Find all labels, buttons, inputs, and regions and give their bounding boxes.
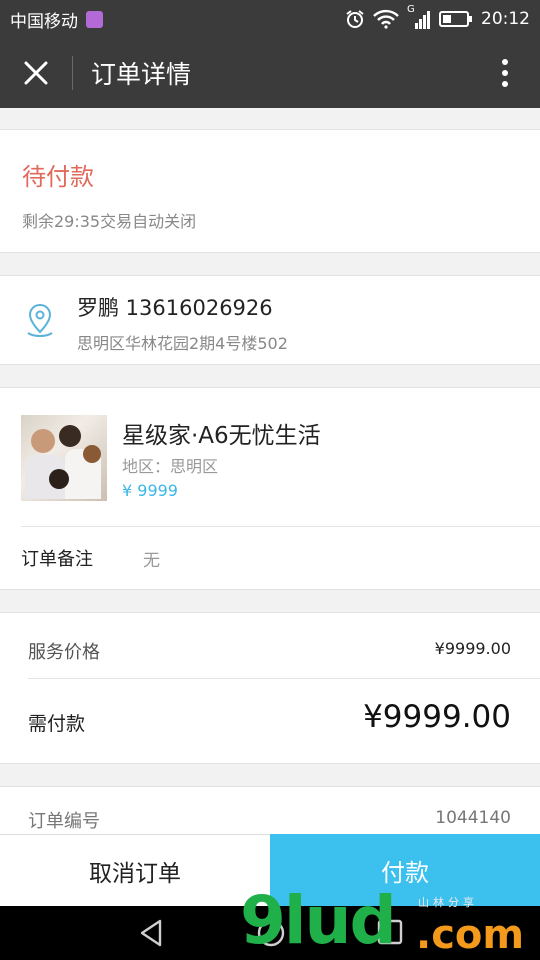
battery-icon	[439, 11, 472, 27]
wifi-icon	[373, 9, 399, 29]
recents-icon[interactable]	[376, 918, 404, 946]
status-bar: 中国移动 G 20:12	[0, 0, 540, 38]
order-number-label: 订单编号	[28, 811, 100, 832]
divider	[21, 526, 540, 527]
product-image[interactable]	[21, 415, 107, 501]
clock: 20:12	[481, 9, 530, 29]
product-price: ¥ 9999	[122, 481, 178, 500]
more-button[interactable]	[470, 38, 540, 108]
address-card[interactable]: 罗鹏 13616026926 思明区华林花园2期4号楼502	[0, 275, 540, 365]
service-price-value: ¥9999.00	[434, 639, 511, 658]
close-icon	[24, 61, 48, 85]
order-state: 待付款	[22, 163, 94, 191]
signal-icon: G	[407, 4, 431, 30]
page-title: 订单详情	[91, 60, 192, 89]
carrier-name: 中国移动	[10, 11, 78, 32]
product-region: 地区：思明区	[122, 457, 219, 476]
product-card: 星级家·A6无忧生活 地区：思明区 ¥ 9999 订单备注 无	[0, 387, 540, 590]
close-button[interactable]	[0, 38, 72, 108]
pay-button[interactable]: 付款	[270, 834, 540, 906]
service-price-label: 服务价格	[28, 642, 100, 663]
price-card: 服务价格 ¥9999.00 需付款 ¥9999.00	[0, 612, 540, 764]
payable-label: 需付款	[28, 713, 86, 735]
order-number-value: 1044140	[435, 808, 511, 828]
back-icon[interactable]	[138, 918, 164, 948]
status-icons: G 20:12	[345, 4, 530, 30]
location-pin-icon	[27, 303, 53, 338]
divider	[28, 678, 540, 679]
order-note-value: 无	[143, 551, 160, 571]
recipient-address: 思明区华林花园2期4号楼502	[77, 334, 288, 353]
order-countdown: 剩余29:35交易自动关闭	[22, 212, 197, 231]
more-vertical-icon	[502, 59, 508, 87]
gallery-notification-icon	[86, 10, 103, 28]
payable-value: ¥9999.00	[363, 699, 511, 735]
alarm-icon	[346, 10, 364, 28]
product-title[interactable]: 星级家·A6无忧生活	[122, 416, 321, 450]
title-bar: 订单详情	[0, 38, 540, 108]
order-status-card: 待付款 剩余29:35交易自动关闭	[0, 129, 540, 253]
home-icon[interactable]	[256, 918, 286, 948]
action-bar: 取消订单 付款	[0, 834, 540, 906]
recipient-name-phone: 罗鹏 13616026926	[77, 296, 273, 320]
cancel-order-button[interactable]: 取消订单	[0, 834, 270, 906]
title-divider	[72, 56, 73, 90]
order-note-label: 订单备注	[21, 549, 93, 570]
system-nav-bar	[0, 906, 540, 960]
